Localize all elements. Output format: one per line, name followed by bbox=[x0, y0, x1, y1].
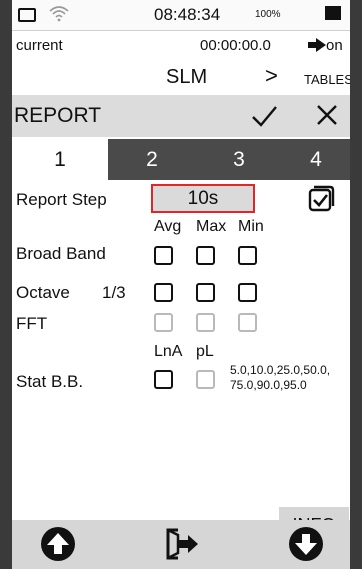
broad-band-label: Broad Band bbox=[16, 244, 106, 263]
broad-band-avg-checkbox[interactable] bbox=[154, 246, 173, 265]
fft-max-checkbox[interactable] bbox=[196, 313, 215, 332]
battery-full-icon bbox=[325, 6, 341, 20]
octave-label: Octave bbox=[16, 283, 70, 302]
device-screen: 08:48:34 100% current 00:00:00.0 on SLM … bbox=[12, 0, 350, 569]
stat-values-line-2: 75.0,90.0,95.0 bbox=[230, 378, 307, 392]
battery-percent: 100% bbox=[255, 9, 281, 20]
exit-icon[interactable] bbox=[164, 526, 200, 562]
report-step-field[interactable]: 10s bbox=[151, 184, 255, 213]
status-bar: 08:48:34 100% bbox=[12, 0, 350, 31]
pl-column-header: pL bbox=[196, 343, 214, 360]
stat-lna-checkbox[interactable] bbox=[154, 370, 173, 389]
arrow-right-icon bbox=[308, 38, 326, 52]
octave-max-checkbox[interactable] bbox=[196, 283, 215, 302]
octave-min-checkbox[interactable] bbox=[238, 283, 257, 302]
bottom-toolbar bbox=[12, 520, 350, 569]
tab-3[interactable]: 3 bbox=[196, 139, 282, 180]
page-title: SLM bbox=[166, 66, 208, 88]
arrow-down-circle-icon[interactable] bbox=[288, 526, 324, 562]
stat-bb-label: Stat B.B. bbox=[16, 372, 84, 391]
measurement-row: current 00:00:00.0 on bbox=[12, 31, 350, 59]
tab-1[interactable]: 1 bbox=[12, 139, 108, 180]
checkmark-icon[interactable] bbox=[249, 101, 279, 131]
max-column-header: Max bbox=[196, 218, 227, 235]
arrow-up-circle-icon[interactable] bbox=[40, 526, 76, 562]
mode-label: current bbox=[16, 37, 63, 54]
wifi-icon bbox=[49, 6, 69, 22]
fft-label: FFT bbox=[16, 314, 48, 333]
lna-column-header: LnA bbox=[154, 343, 183, 360]
run-state: on bbox=[326, 37, 343, 54]
fft-avg-checkbox[interactable] bbox=[154, 313, 173, 332]
octave-fraction: 1/3 bbox=[102, 283, 126, 302]
nav-row: SLM > TABLES bbox=[12, 62, 350, 92]
next-chevron[interactable]: > bbox=[265, 63, 278, 89]
broad-band-max-checkbox[interactable] bbox=[196, 246, 215, 265]
tab-bar: 1 2 3 4 bbox=[12, 139, 350, 180]
stat-values-line-1: 5.0,10.0,25.0,50.0, bbox=[230, 363, 331, 377]
report-title: REPORT bbox=[14, 104, 102, 127]
tables-link[interactable]: TABLES bbox=[304, 72, 350, 87]
tab-2[interactable]: 2 bbox=[108, 139, 196, 180]
clock: 08:48:34 bbox=[154, 5, 221, 24]
octave-avg-checkbox[interactable] bbox=[154, 283, 173, 302]
close-icon[interactable] bbox=[312, 100, 342, 130]
report-header: REPORT bbox=[12, 95, 350, 137]
fft-min-checkbox[interactable] bbox=[238, 313, 257, 332]
report-step-label: Report Step bbox=[16, 190, 107, 209]
avg-column-header: Avg bbox=[154, 218, 182, 235]
report-step-checkbox[interactable] bbox=[308, 185, 335, 212]
stat-percentile-values[interactable]: 5.0,10.0,25.0,50.0, 75.0,90.0,95.0 bbox=[230, 363, 330, 393]
min-column-header: Min bbox=[238, 218, 264, 235]
elapsed-timer: 00:00:00.0 bbox=[200, 37, 271, 54]
tab-4[interactable]: 4 bbox=[282, 139, 350, 180]
broad-band-min-checkbox[interactable] bbox=[238, 246, 257, 265]
battery-outline-icon bbox=[18, 8, 36, 22]
stat-pl-checkbox[interactable] bbox=[196, 370, 215, 389]
